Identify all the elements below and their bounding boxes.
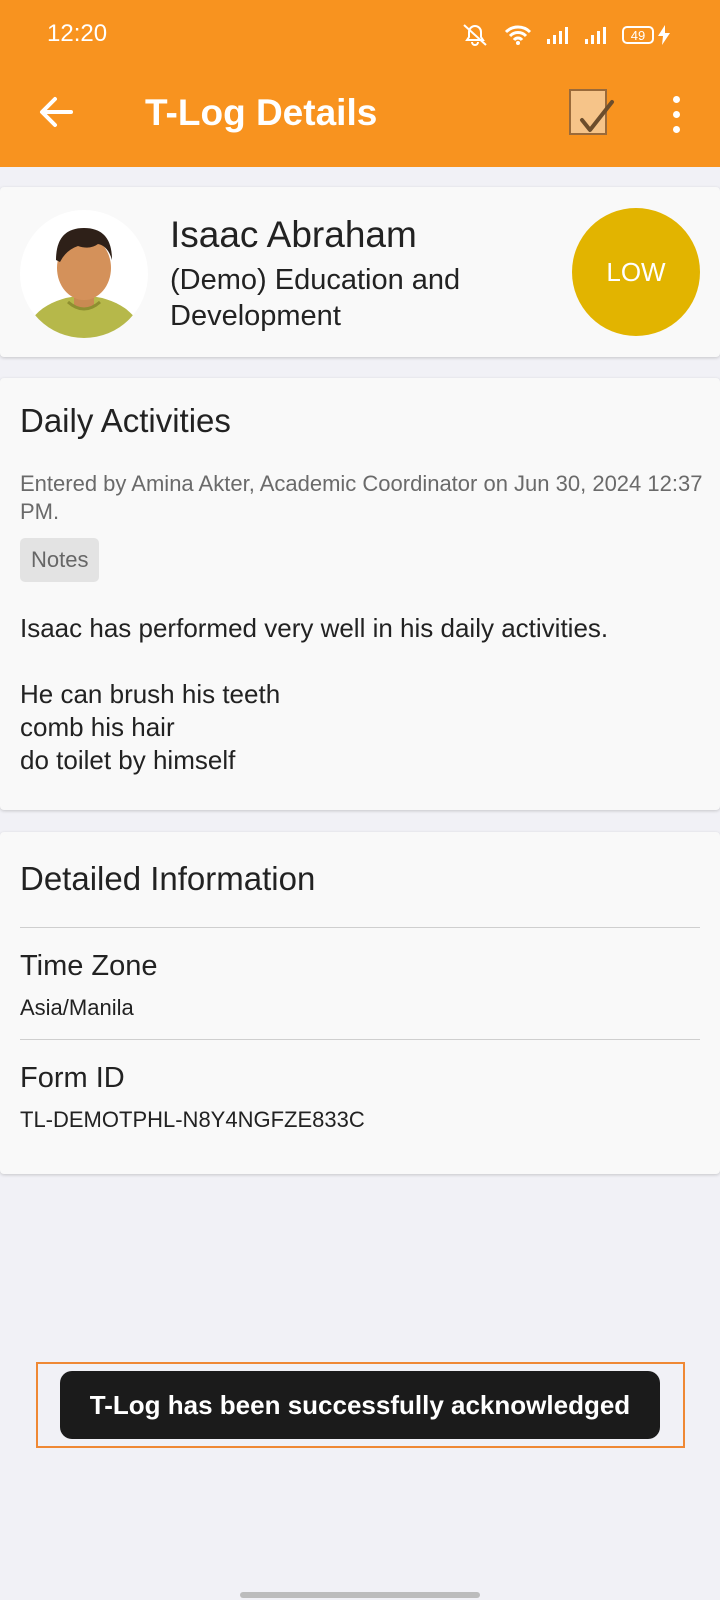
wifi-icon bbox=[504, 24, 532, 46]
activity-title: Daily Activities bbox=[20, 402, 231, 439]
risk-level-badge: LOW bbox=[572, 208, 700, 336]
person-name: Isaac Abraham bbox=[170, 214, 417, 255]
status-icons: 49 bbox=[460, 22, 670, 48]
signal-icon bbox=[584, 25, 608, 45]
page-title: T-Log Details bbox=[145, 92, 378, 133]
avatar bbox=[20, 210, 148, 338]
battery-level: 49 bbox=[622, 26, 654, 44]
home-indicator[interactable] bbox=[240, 1592, 480, 1598]
time-zone-value: Asia/Manila bbox=[20, 995, 134, 1020]
note-line: He can brush his teeth bbox=[20, 679, 281, 709]
details-title: Detailed Information bbox=[20, 860, 316, 897]
divider bbox=[20, 927, 700, 928]
acknowledge-icon bbox=[569, 89, 614, 135]
signal-icon bbox=[546, 25, 570, 45]
note-line: Isaac has performed very well in his dai… bbox=[20, 613, 609, 643]
note-line: comb his hair bbox=[20, 712, 175, 742]
program-name: (Demo) Education and Development bbox=[170, 264, 461, 332]
toast-message: T-Log has been successfully acknowledged bbox=[60, 1371, 660, 1439]
form-id-value: TL-DEMOTPHL-N8Y4NGFZE833C bbox=[20, 1107, 365, 1132]
note-line: do toilet by himself bbox=[20, 745, 236, 775]
form-id-label: Form ID bbox=[20, 1062, 125, 1094]
notes-tag: Notes bbox=[20, 538, 100, 582]
status-time: 12:20 bbox=[47, 20, 108, 47]
acknowledge-button[interactable] bbox=[566, 86, 622, 142]
mute-vibrate-icon bbox=[460, 22, 490, 48]
entered-by-text: Entered by Amina Akter, Academic Coordin… bbox=[20, 471, 703, 524]
back-button[interactable] bbox=[34, 90, 78, 134]
time-zone-label: Time Zone bbox=[20, 950, 158, 982]
back-arrow-icon bbox=[40, 97, 73, 127]
divider bbox=[20, 1039, 700, 1040]
battery-icon: 49 bbox=[622, 25, 670, 45]
more-vert-icon bbox=[672, 95, 680, 103]
charging-icon bbox=[658, 25, 670, 45]
more-options-button[interactable] bbox=[656, 92, 696, 136]
